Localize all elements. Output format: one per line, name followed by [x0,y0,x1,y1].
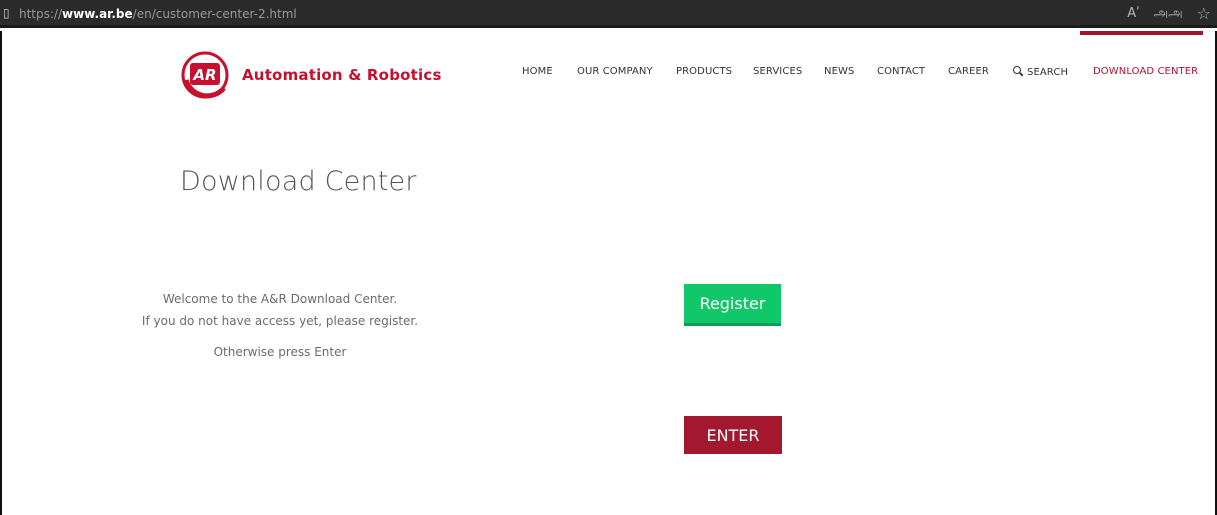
address-url[interactable]: https://www.ar.be/en/customer-center-2.h… [19,7,297,21]
translate-icon[interactable]: அஅ [1154,6,1183,22]
welcome-line-1: Welcome to the A&R Download Center. [162,292,398,306]
page-title: Download Center [180,166,417,197]
nav-item-news[interactable]: NEWS [824,66,854,77]
url-prefix: https:// [19,7,63,21]
nav-item-career[interactable]: CAREER [948,66,989,77]
read-aloud-icon[interactable]: Aʹ [1127,6,1140,21]
nav-item-home[interactable]: HOME [522,66,553,77]
welcome-line-3: Otherwise press Enter [213,345,347,359]
url-path: /en/customer-center-2.html [132,7,297,21]
nav-item-search[interactable]: SEARCH [1013,66,1068,78]
nav-item-search-label: SEARCH [1027,67,1069,78]
search-icon [1013,66,1023,76]
active-nav-indicator [1080,31,1203,35]
welcome-text: Welcome to the A&R Download Center. If y… [120,288,440,363]
nav-item-contact[interactable]: CONTACT [877,66,925,77]
nav-item-services[interactable]: SERVICES [753,66,802,77]
welcome-line-2: If you do not have access yet, please re… [141,314,419,328]
main-nav: HOME OUR COMPANY PRODUCTS SERVICES NEWS … [0,66,1217,82]
page-info-icon[interactable]: ▯ [3,6,10,20]
nav-item-download-center[interactable]: DOWNLOAD CENTER [1093,66,1198,77]
register-button[interactable]: Register [684,284,781,326]
enter-button[interactable]: ENTER [684,416,782,454]
favorite-star-icon[interactable]: ☆ [1197,4,1211,23]
url-host: www.ar.be [62,7,133,21]
browser-address-bar: ▯ https://www.ar.be/en/customer-center-2… [0,0,1217,28]
nav-item-products[interactable]: PRODUCTS [676,66,732,77]
page-viewport [0,31,1217,515]
nav-item-our-company[interactable]: OUR COMPANY [577,66,653,77]
address-bar-actions: Aʹ அஅ ☆ [1127,4,1211,23]
